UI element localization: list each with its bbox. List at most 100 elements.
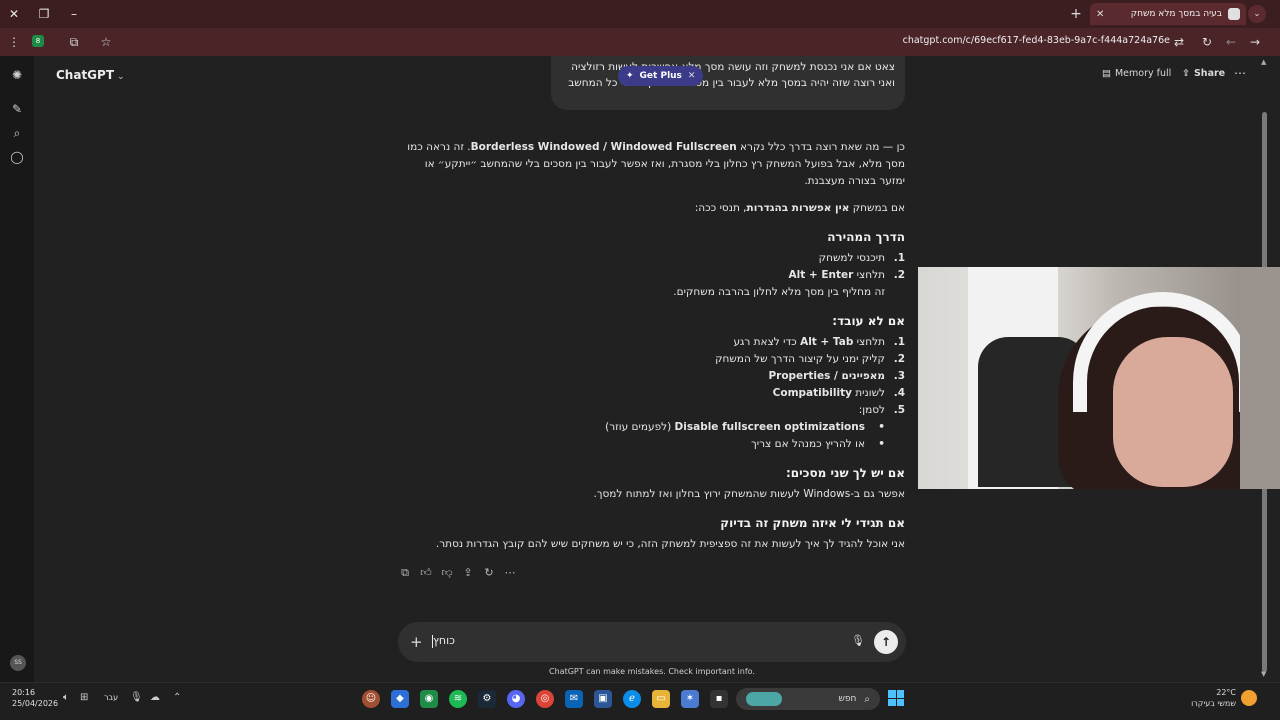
browser-tab[interactable]: בעיה במסך מלא משחק ✕ (1090, 3, 1246, 25)
start-button-icon[interactable] (888, 690, 904, 706)
tray-chevron-icon[interactable]: ⌃ (173, 692, 181, 703)
not-working-heading: אם לא עובד: (832, 314, 905, 328)
app-avatar-icon[interactable]: ☺ (362, 690, 380, 708)
new-tab-button[interactable]: + (1068, 5, 1084, 23)
two-screens-paragraph: אפשר גם ב-Windows לעשות שהמשחק ירוץ בחלו… (593, 488, 906, 500)
new-chat-icon[interactable]: ✎ (9, 101, 25, 117)
memory-label: Memory full (1114, 68, 1172, 79)
restore-window-icon[interactable]: ❐ (35, 5, 53, 23)
list-item: • Disable fullscreen optimizations (לפעמי… (605, 421, 885, 433)
discord-icon[interactable]: ◕ (507, 690, 525, 708)
app-android-icon[interactable]: ◉ (420, 690, 438, 708)
list-item: 2. תלחצי Alt + Enter זה מחליף בין מסך מלא … (673, 269, 905, 298)
extensions-icon[interactable]: ⧉ (65, 33, 83, 51)
quick-steps-list: 1. תיכנסי למשחק 2. תלחצי Alt + Enter זה מחל… (405, 250, 905, 301)
chevron-down-icon: ⌄ (117, 72, 125, 82)
terminal-icon[interactable]: ▪ (710, 690, 728, 708)
get-plus-label: Get Plus (639, 71, 682, 81)
prompt-input[interactable]: כוחץ (432, 634, 455, 648)
search-highlight-image (746, 692, 782, 706)
network-icon[interactable]: ⊞ (80, 692, 88, 703)
model-selector[interactable]: ChatGPT ⌄ (56, 68, 125, 82)
regenerate-icon[interactable]: ↻ (481, 565, 497, 581)
list-item: 1. תלחצי Alt + Tab כדי לצאת רגע (733, 336, 905, 348)
share-icon: ⇪ (1182, 68, 1190, 79)
chat-bubble-icon[interactable]: ◯ (9, 149, 25, 165)
sidebar-rail: ✺ ✎ ⌕ ◯ (0, 56, 34, 682)
close-window-icon[interactable]: ✕ (5, 5, 23, 23)
get-plus-button[interactable]: ✦ Get Plus ✕ (618, 66, 704, 86)
more-options-icon[interactable]: ⋯ (1234, 66, 1246, 80)
no-settings-paragraph: אם במשחק אין אפשרות בהגדרות, תנסי ככה: (694, 202, 905, 214)
browser-tab-bar: ✕ ❐ – + בעיה במסך מלא משחק ✕ ⌄ (0, 0, 1280, 28)
thumbs-up-icon[interactable]: 👍︎ (418, 565, 434, 581)
reload-icon[interactable]: ↻ (1198, 33, 1216, 51)
bookmark-star-icon[interactable]: ☆ (97, 33, 115, 51)
taskbar-clock[interactable]: 20:16 25/04/2026 (12, 687, 58, 709)
openai-logo-icon[interactable]: ✺ (9, 67, 25, 83)
app-name: ChatGPT (56, 68, 115, 82)
file-explorer-icon[interactable]: ▭ (652, 690, 670, 708)
message-actions: ⧉ 👍︎ 👎︎ ⇪ ↻ ⋯ (397, 565, 518, 581)
outlook-icon[interactable]: ✉ (565, 690, 583, 708)
search-placeholder: חפש (838, 694, 857, 704)
store-icon[interactable]: ▣ (594, 690, 612, 708)
volume-icon[interactable]: 🔈︎ (63, 692, 69, 703)
tab-title: בעיה במסך מלא משחק (1130, 9, 1222, 19)
spotify-icon[interactable]: ≋ (449, 690, 467, 708)
tab-search-chevron-icon[interactable]: ⌄ (1248, 5, 1266, 23)
assistant-message: כן — מה שאת רוצה בדרך כלל נקרא Borderles… (405, 139, 905, 563)
message-composer[interactable]: + כוחץ 🎙︎ ↑ (398, 622, 906, 662)
chatgpt-favicon-icon (1228, 8, 1240, 20)
webcam-overlay (918, 267, 1280, 489)
more-icon[interactable]: ⋯ (502, 565, 518, 581)
disclaimer-text: ChatGPT can make mistakes. Check importa… (549, 667, 755, 676)
tell-me-heading: אם תגידי לי איזה משחק זה בדיוק (720, 516, 905, 530)
back-icon[interactable]: → (1246, 33, 1264, 51)
onedrive-icon[interactable]: ☁ (150, 692, 160, 703)
list-item: 5. לסמן: (858, 404, 905, 416)
send-button[interactable]: ↑ (874, 630, 898, 654)
forward-icon[interactable]: ← (1222, 33, 1240, 51)
share-label: Share (1193, 68, 1226, 79)
intro-paragraph: כן — מה שאת רוצה בדרך כלל נקרא Borderles… (407, 141, 905, 187)
bullet-list: • Disable fullscreen optimizations (לפעמי… (405, 419, 905, 453)
user-avatar[interactable]: SS (10, 655, 26, 671)
weather-widget[interactable]: 22°C שמשי בעיקרו (1186, 687, 1236, 709)
microphone-icon[interactable]: 🎙︎ (851, 634, 865, 647)
app-vscode-icon[interactable]: ◆ (391, 690, 409, 708)
list-item: 4. לשונית Compatibility (772, 387, 905, 399)
list-item: • או להריץ כמנהל אם צריך (751, 438, 885, 450)
browser-menu-icon[interactable]: ⋮ (5, 33, 23, 51)
sparkle-icon: ✦ (626, 71, 634, 81)
input-language[interactable]: עבר (104, 693, 118, 702)
weather-sun-icon[interactable] (1241, 690, 1257, 706)
search-icon: ⌕ (864, 693, 870, 705)
attach-plus-icon[interactable]: + (410, 632, 423, 652)
url-field[interactable]: chatgpt.com/c/69ecf617-fed4-83eb-9a7c-f4… (880, 35, 1170, 46)
tell-me-paragraph: אני אוכל להגיד לך איך לעשות את זה ספציפי… (435, 538, 905, 550)
copy-icon[interactable]: ⧉ (397, 565, 413, 581)
list-item: 3. מאפיינים / Properties (768, 370, 905, 382)
copilot-icon[interactable]: ✶ (681, 690, 699, 708)
edge-icon[interactable]: ℯ (623, 690, 641, 708)
list-item: 2. קליק ימני על קיצור הדרך של המשחק (715, 353, 905, 365)
steam-icon[interactable]: ⚙ (478, 690, 496, 708)
share-icon[interactable]: ⇪ (460, 565, 476, 581)
list-item: 1. תיכנסי למשחק (818, 252, 905, 264)
memory-full-button[interactable]: ▤ Memory full (1102, 68, 1171, 79)
chrome-icon[interactable]: ◎ (536, 690, 554, 708)
close-tab-icon[interactable]: ✕ (1096, 9, 1104, 20)
taskbar-search[interactable]: ⌕ חפש (736, 688, 880, 710)
two-screens-heading: אם יש לך שני מסכים: (785, 466, 905, 480)
dismiss-icon[interactable]: ✕ (688, 71, 696, 81)
site-settings-icon[interactable]: ⇄ (1170, 33, 1188, 51)
thumbs-down-icon[interactable]: 👎︎ (439, 565, 455, 581)
share-button[interactable]: ⇪ Share (1182, 68, 1225, 79)
extension-badge[interactable]: 8 (32, 35, 44, 47)
minimize-window-icon[interactable]: – (65, 5, 83, 23)
scroll-down-icon[interactable]: ▼ (1261, 670, 1266, 678)
mic-tray-icon[interactable]: 🎙︎ (130, 692, 143, 703)
search-icon[interactable]: ⌕ (9, 125, 25, 141)
scroll-up-icon[interactable]: ▲ (1261, 58, 1266, 66)
